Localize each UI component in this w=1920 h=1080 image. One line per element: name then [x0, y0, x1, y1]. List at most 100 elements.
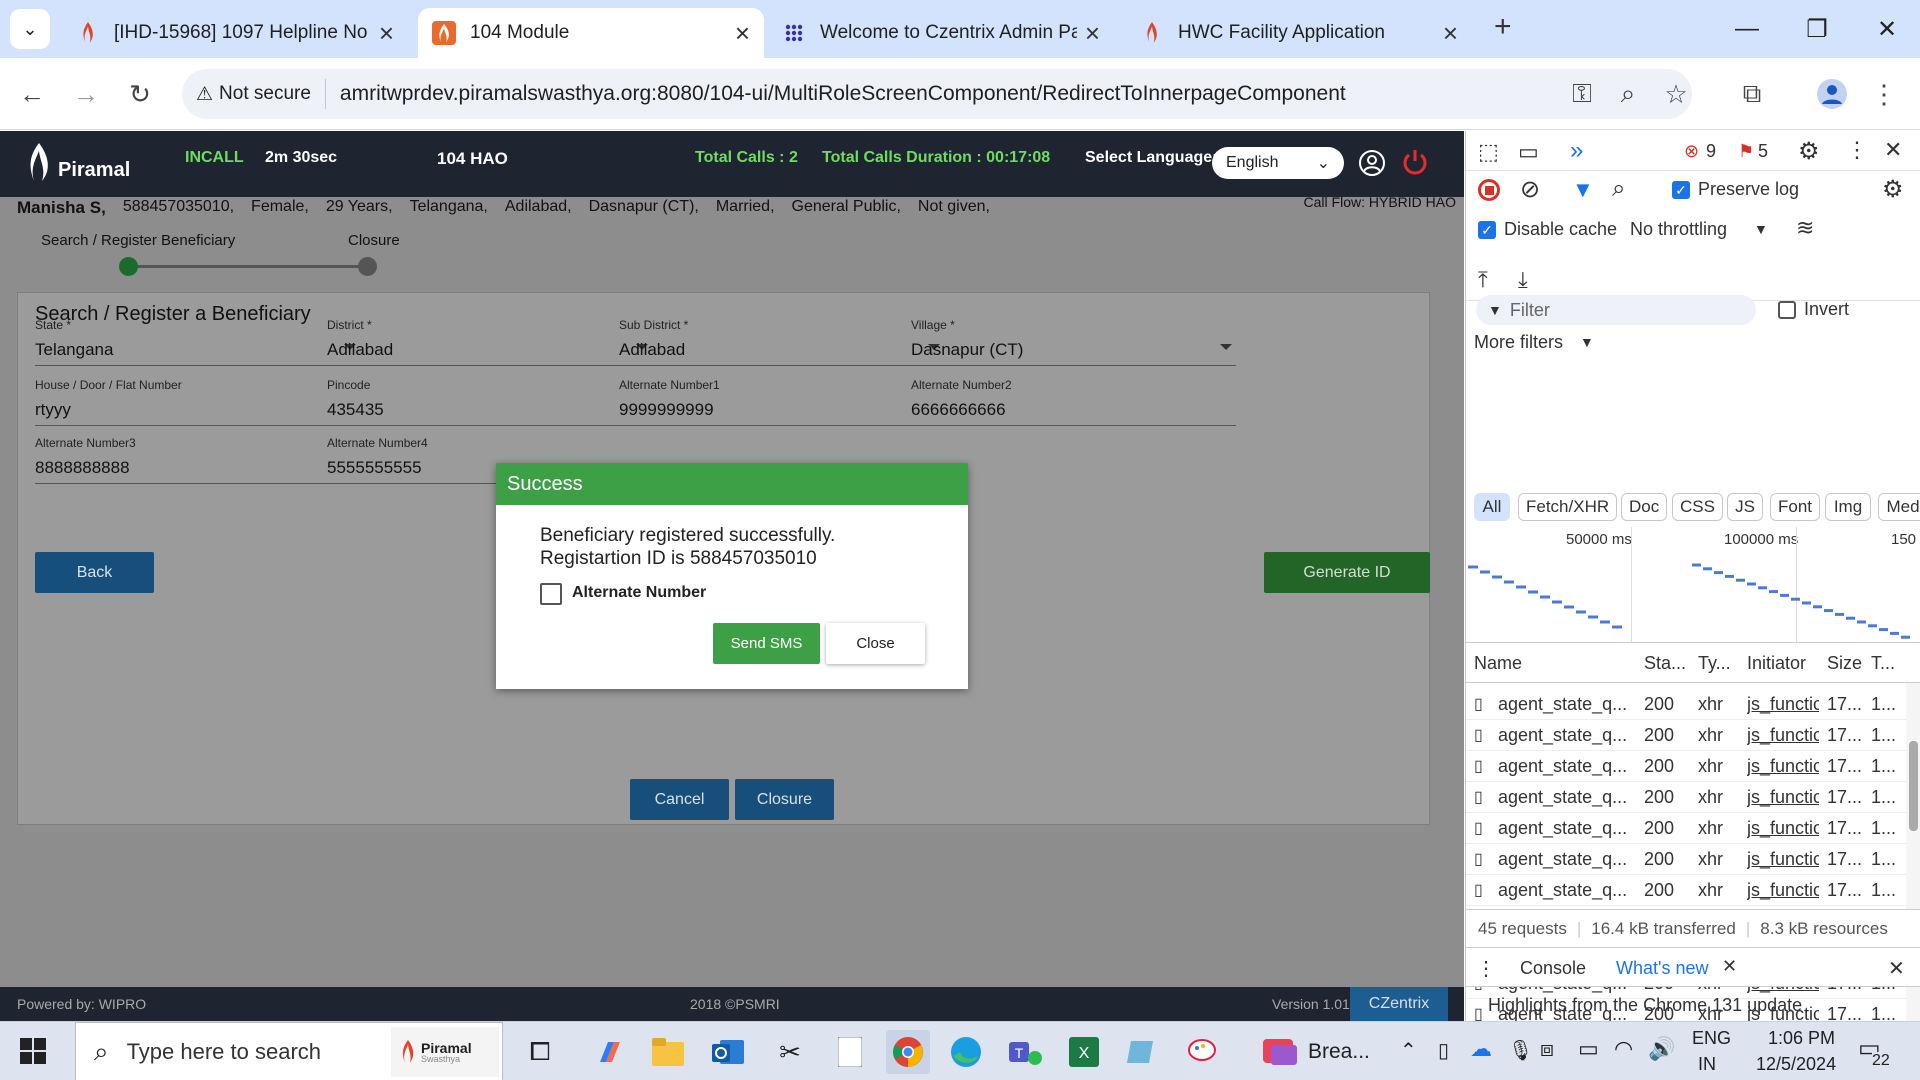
- breakout-app-label[interactable]: Brea...: [1308, 1040, 1370, 1064]
- request-row[interactable]: ▯ agent_state_q... 200 xhr js_functic 17... 1.…: [1466, 689, 1906, 720]
- field-value[interactable]: Adilabad: [327, 340, 393, 360]
- reload-icon[interactable]: ↻: [118, 72, 162, 116]
- tab-whats-new[interactable]: What's new: [1616, 958, 1708, 979]
- request-row[interactable]: ▯ agent_state_q... 200 xhr js_functic 17... 1.…: [1466, 813, 1906, 844]
- settings-gear-icon[interactable]: ⚙: [1798, 137, 1820, 166]
- step-search-register[interactable]: Search / Register Beneficiary: [41, 232, 235, 249]
- type-filter-med[interactable]: Med: [1878, 493, 1920, 521]
- restore-icon[interactable]: ❐: [1782, 0, 1852, 58]
- cancel-button[interactable]: Cancel: [630, 779, 729, 820]
- power-logout-icon[interactable]: [1400, 147, 1430, 182]
- field-district[interactable]: District * Adilabad: [327, 318, 652, 366]
- field-value[interactable]: 9999999999: [619, 400, 714, 420]
- snipping-tool-icon[interactable]: ✂: [768, 1030, 812, 1074]
- mic-icon[interactable]: 🎙: [1508, 1038, 1533, 1063]
- minimize-icon[interactable]: —: [1712, 0, 1782, 58]
- closure-button[interactable]: Closure: [735, 779, 834, 820]
- scrollbar-thumb[interactable]: [1909, 741, 1918, 831]
- onedrive-icon[interactable]: ☁: [1470, 1036, 1492, 1062]
- copilot-icon[interactable]: [588, 1030, 632, 1074]
- dropdown-arrow-icon[interactable]: [1220, 344, 1232, 350]
- device-toolbar-icon[interactable]: ▭: [1518, 139, 1539, 165]
- extensions-icon[interactable]: ⧉: [1730, 72, 1774, 116]
- close-tab-icon[interactable]: ×: [1085, 20, 1100, 46]
- more-filters-arrow-icon[interactable]: ▼: [1580, 334, 1594, 350]
- browser-tab-3[interactable]: Welcome to Czentrix Admin Par ×: [768, 8, 1114, 58]
- preserve-log-checkbox[interactable]: ✓: [1672, 181, 1690, 199]
- field-value[interactable]: 5555555555: [327, 458, 422, 478]
- close-tab-icon[interactable]: ×: [1443, 20, 1458, 46]
- chrome-icon[interactable]: [886, 1030, 930, 1074]
- field-value[interactable]: Dasnapur (CT): [911, 340, 1023, 360]
- alternate-number-checkbox[interactable]: [540, 583, 562, 605]
- close-drawer-icon[interactable]: ✕: [1888, 956, 1905, 981]
- search-icon[interactable]: ⌕: [1612, 175, 1625, 203]
- clock-time[interactable]: 1:06 PM: [1768, 1028, 1835, 1049]
- password-key-icon[interactable]: ⚿: [1560, 72, 1604, 116]
- col-initiator[interactable]: Initiator: [1747, 653, 1806, 674]
- battery-icon[interactable]: ▭: [1578, 1036, 1599, 1062]
- teams-icon[interactable]: T: [1004, 1030, 1048, 1074]
- field-value[interactable]: 8888888888: [35, 458, 130, 478]
- chrome-menu-icon[interactable]: ⋮: [1862, 72, 1906, 116]
- field-value[interactable]: 435435: [327, 400, 384, 420]
- network-conditions-icon[interactable]: ≋: [1796, 215, 1814, 241]
- czentrix-button[interactable]: CZentrix: [1350, 987, 1448, 1021]
- browser-tab-4[interactable]: HWC Facility Application ×: [1126, 8, 1472, 58]
- disable-cache-checkbox[interactable]: ✓: [1478, 221, 1496, 239]
- profile-avatar-icon[interactable]: [1810, 72, 1854, 116]
- tab-console[interactable]: Console: [1520, 958, 1586, 979]
- file-explorer-icon[interactable]: [646, 1030, 690, 1074]
- notepad-icon[interactable]: [828, 1030, 872, 1074]
- request-row[interactable]: ▯ agent_state_q... 200 xhr js_functic 17... 1.…: [1466, 782, 1906, 813]
- throttling-dropdown-icon[interactable]: ▼: [1754, 221, 1768, 237]
- close-devtools-icon[interactable]: ✕: [1884, 137, 1902, 163]
- lang-line1[interactable]: ENG: [1692, 1028, 1731, 1049]
- request-row[interactable]: ▯ agent_state_q... 200 xhr js_functic 17... 1.…: [1466, 751, 1906, 782]
- close-tab-icon[interactable]: ✕: [1722, 956, 1737, 977]
- type-filter-js[interactable]: JS: [1727, 493, 1763, 521]
- devtools-menu-icon[interactable]: ⋮: [1846, 137, 1868, 163]
- request-row[interactable]: ▯ agent_state_q... 200 xhr js_functic 17... 1.…: [1466, 720, 1906, 751]
- more-panels-icon[interactable]: »: [1570, 137, 1583, 165]
- type-filter-img[interactable]: Img: [1825, 493, 1871, 521]
- col-type[interactable]: Ty...: [1698, 653, 1731, 674]
- lang-line2[interactable]: IN: [1698, 1054, 1716, 1075]
- field-state[interactable]: State * Telangana: [35, 318, 360, 366]
- close-tab-icon[interactable]: ×: [379, 20, 394, 46]
- task-view-icon[interactable]: ⧠: [518, 1030, 562, 1074]
- taskbar-search-box[interactable]: ⌕ Type here to search Piramal Swasthya: [75, 1022, 503, 1080]
- tray-device-icon[interactable]: ▯: [1438, 1038, 1449, 1063]
- forward-icon[interactable]: →: [64, 72, 108, 116]
- browser-tab-2[interactable]: 104 Module ×: [418, 8, 764, 58]
- more-filters-dropdown[interactable]: More filters: [1474, 332, 1563, 353]
- edge-icon[interactable]: [944, 1030, 988, 1074]
- step-closure[interactable]: Closure: [348, 232, 400, 249]
- new-tab-button[interactable]: +: [1494, 10, 1512, 44]
- field-value[interactable]: Adilabad: [619, 340, 685, 360]
- excel-icon[interactable]: X: [1062, 1030, 1106, 1074]
- generate-id-button[interactable]: Generate ID: [1264, 552, 1430, 593]
- close-tab-icon[interactable]: ×: [735, 20, 750, 46]
- field-alternate-number1[interactable]: Alternate Number1 9999999999: [619, 378, 944, 426]
- field-sub-district[interactable]: Sub District * Adilabad: [619, 318, 944, 366]
- field-alternate-number3[interactable]: Alternate Number3 8888888888: [35, 436, 360, 484]
- field-value[interactable]: 6666666666: [911, 400, 1006, 420]
- col-status[interactable]: Sta...: [1644, 653, 1686, 674]
- import-har-icon[interactable]: ⤒: [1478, 267, 1488, 293]
- close-window-icon[interactable]: ✕: [1852, 0, 1920, 58]
- field-pincode[interactable]: Pincode 435435: [327, 378, 652, 426]
- col-time[interactable]: T...: [1871, 653, 1895, 674]
- paint-app-icon[interactable]: [1180, 1030, 1224, 1074]
- field-alternate-number2[interactable]: Alternate Number2 6666666666: [911, 378, 1236, 426]
- filter-funnel-icon[interactable]: ▼: [1572, 177, 1594, 203]
- drawer-menu-icon[interactable]: ⋮: [1476, 956, 1496, 981]
- network-settings-icon[interactable]: ⚙: [1882, 175, 1904, 204]
- field-value[interactable]: rtyyy: [35, 400, 71, 420]
- invert-checkbox[interactable]: [1778, 301, 1796, 319]
- close-dialog-button[interactable]: Close: [826, 623, 925, 664]
- error-icon[interactable]: ⊗: [1684, 141, 1699, 162]
- outlook-icon[interactable]: [706, 1030, 750, 1074]
- volume-icon[interactable]: 🔊: [1648, 1036, 1675, 1062]
- field-house-door-flat-number[interactable]: House / Door / Flat Number rtyyy: [35, 378, 360, 426]
